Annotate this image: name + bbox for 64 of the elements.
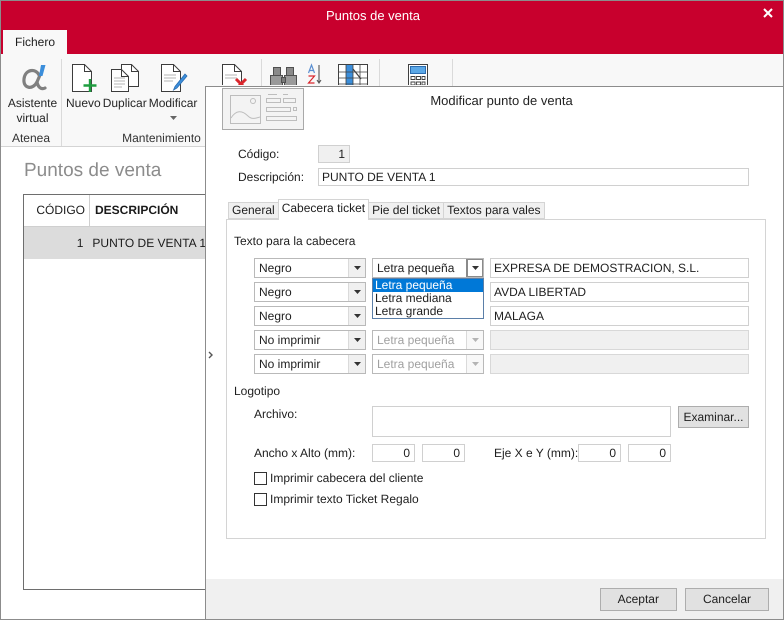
duplicate-button[interactable]: Duplicar <box>102 59 148 111</box>
font-size-dropdown[interactable]: Letra pequeña <box>372 258 484 278</box>
column-header[interactable]: CÓDIGO <box>24 195 90 226</box>
caret-icon <box>472 362 478 366</box>
tab[interactable]: Cabecera ticket <box>278 199 370 220</box>
ink-dropdown[interactable]: Negro <box>254 282 366 302</box>
cancel-button[interactable]: Cancelar <box>684 588 769 610</box>
close-icon[interactable] <box>763 8 773 18</box>
dropdown-option[interactable]: Letra pequeña <box>373 279 483 292</box>
header-line-field[interactable]: MALAGA <box>490 306 749 326</box>
tab[interactable]: Pie del ticket <box>368 202 444 219</box>
group-label: Atenea <box>12 130 50 146</box>
accept-button[interactable]: Aceptar <box>600 588 677 610</box>
field-label: Código: <box>238 147 280 161</box>
checkbox[interactable] <box>254 472 267 484</box>
field-label: Archivo: <box>254 406 298 422</box>
caret-icon <box>354 290 360 294</box>
number-field[interactable]: 0 <box>422 444 465 462</box>
caret-icon <box>472 266 478 270</box>
browse-button[interactable]: Examinar... <box>678 406 749 428</box>
ink-dropdown[interactable]: Negro <box>254 258 366 278</box>
columns-icon[interactable] <box>337 63 369 85</box>
header-line-field[interactable]: AVDA LIBERTAD <box>490 282 749 302</box>
checkbox-label: Imprimir cabecera del cliente <box>270 471 424 485</box>
caret-icon <box>354 338 360 342</box>
table-cell-text: 1 <box>76 235 84 252</box>
column-header[interactable]: DESCRIPCIÓN <box>90 195 206 226</box>
group-label: Mantenimiento <box>122 130 201 146</box>
header-line-field[interactable]: EXPRESA DE DEMOSTRACION, S.L. <box>490 258 749 278</box>
tab[interactable]: Textos para vales <box>443 202 545 219</box>
field-label: Ancho x Alto (mm): <box>254 446 356 460</box>
section-title: Texto para la cabecera <box>234 234 356 249</box>
number-field[interactable]: 0 <box>628 444 671 462</box>
assistant-button[interactable]: Asistente virtual <box>4 59 61 126</box>
caret-icon <box>354 362 360 366</box>
tab[interactable]: General <box>228 202 279 219</box>
checkbox-label: Imprimir texto Ticket Regalo <box>270 492 419 506</box>
chevron-icon[interactable] <box>208 351 213 359</box>
caret-icon <box>354 314 360 318</box>
number-field[interactable]: 0 <box>372 444 415 462</box>
field-label: Descripción: <box>238 170 306 184</box>
checkbox[interactable] <box>254 492 267 506</box>
table-row[interactable]: 1 PUNTO DE VENTA 1 <box>24 227 206 259</box>
window-title: Puntos de venta <box>326 8 420 24</box>
pencil-document-icon <box>158 63 188 93</box>
calculator-icon[interactable] <box>406 63 428 85</box>
list-title: Puntos de venta <box>23 159 162 183</box>
delete-document-icon[interactable] <box>219 63 250 85</box>
dialog-title: Modificar punto de venta <box>430 93 573 109</box>
section-title: Logotipo <box>234 384 280 399</box>
ribbon-tab[interactable]: Fichero <box>3 30 67 54</box>
ink-dropdown[interactable]: Negro <box>254 306 366 326</box>
text-field[interactable]: PUNTO DE VENTA 1 <box>318 168 749 186</box>
documents-icon <box>110 63 140 93</box>
sort-icon[interactable] <box>307 63 323 85</box>
edit-button[interactable]: Modificar <box>148 59 198 120</box>
table-cell-text: PUNTO DE VENTA 1 <box>91 235 206 252</box>
file-field[interactable] <box>372 406 671 437</box>
caret-icon <box>354 266 360 270</box>
field-label: Eje X e Y (mm): <box>494 446 578 460</box>
number-field[interactable]: 0 <box>578 444 621 462</box>
readonly-field[interactable]: 1 <box>318 145 350 163</box>
caret-icon <box>472 338 478 342</box>
new-button[interactable]: Nuevo <box>65 59 102 111</box>
